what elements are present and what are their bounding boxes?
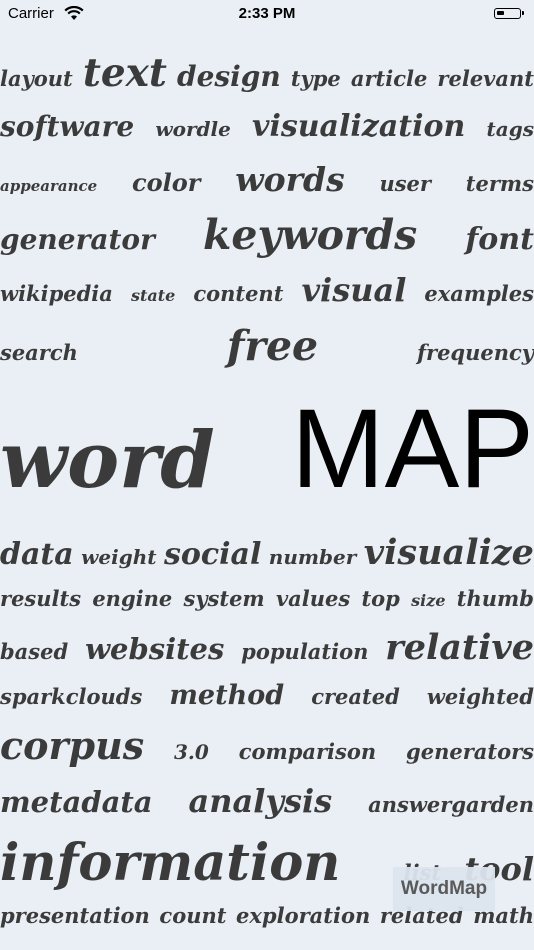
word-row: data weight social number visualize: [0, 535, 534, 570]
word-size[interactable]: size: [411, 593, 445, 609]
word-generator[interactable]: generator: [0, 226, 155, 254]
word-row: word MAP: [0, 393, 534, 505]
word-number[interactable]: number: [269, 547, 357, 567]
word-type[interactable]: type: [291, 68, 341, 89]
word-article[interactable]: article: [351, 68, 427, 89]
word-cloud: layout text design type article relevant…: [0, 0, 534, 950]
word-search[interactable]: search: [0, 342, 78, 363]
word-visualization[interactable]: visualization: [252, 112, 465, 142]
word-system[interactable]: system: [184, 588, 265, 609]
word-created[interactable]: created: [311, 686, 400, 707]
word-corpus[interactable]: corpus: [0, 727, 144, 765]
word-user[interactable]: user: [379, 173, 431, 194]
word-sparkclouds[interactable]: sparkclouds: [0, 686, 142, 707]
word-row: sparkclouds method created weighted: [0, 682, 534, 709]
word-information[interactable]: information: [0, 838, 340, 889]
word-software[interactable]: software: [0, 113, 134, 141]
word-row: search free frequency: [0, 326, 534, 367]
word-relative[interactable]: relative: [385, 630, 534, 665]
word-row: corpus 3.0 comparison generators: [0, 727, 534, 765]
word-row: software wordle visualization tags: [0, 112, 534, 142]
word-relevant[interactable]: relevant: [437, 68, 534, 89]
word-presentation[interactable]: presentation: [0, 905, 150, 926]
word-row: layout text design type article relevant: [0, 54, 534, 93]
word-results[interactable]: results: [0, 588, 81, 609]
word-based[interactable]: based: [0, 641, 68, 662]
word-terms[interactable]: terms: [466, 173, 534, 194]
word-wordle[interactable]: wordle: [155, 119, 230, 139]
word-population[interactable]: population: [241, 641, 368, 662]
wordmap-badge[interactable]: WordMap: [393, 867, 495, 911]
word-weighted[interactable]: weighted: [427, 686, 534, 707]
word-row: appearance color words user terms: [0, 163, 534, 196]
word-thumb[interactable]: thumb: [457, 588, 534, 609]
word-appearance[interactable]: appearance: [0, 179, 97, 194]
word-font[interactable]: font: [465, 225, 534, 255]
word-free[interactable]: free: [227, 326, 318, 367]
word-wikipedia[interactable]: wikipedia: [0, 283, 113, 304]
word-social[interactable]: social: [164, 540, 261, 570]
word-design[interactable]: design: [177, 63, 281, 91]
word-color[interactable]: color: [132, 171, 200, 195]
word-weight[interactable]: weight: [81, 547, 156, 567]
word-generators[interactable]: generators: [406, 741, 534, 762]
word-row: results engine system values top size th…: [0, 588, 534, 609]
word-visual[interactable]: visual: [301, 274, 406, 306]
word-row: based websites population relative: [0, 630, 534, 665]
word-content[interactable]: content: [193, 283, 283, 304]
word-words[interactable]: words: [235, 163, 344, 196]
word-top[interactable]: top: [361, 588, 399, 609]
word-tags[interactable]: tags: [487, 119, 534, 139]
word-analysis[interactable]: analysis: [189, 785, 333, 817]
word-values[interactable]: values: [276, 588, 350, 609]
word-examples[interactable]: examples: [424, 283, 534, 304]
word-websites[interactable]: websites: [85, 635, 224, 664]
word-exploration[interactable]: exploration: [236, 905, 370, 926]
word-answergarden[interactable]: answergarden: [368, 794, 534, 815]
word-method[interactable]: method: [169, 682, 284, 709]
word-text[interactable]: text: [83, 54, 167, 93]
word-engine[interactable]: engine: [92, 588, 172, 609]
word-3-0[interactable]: 3.0: [174, 742, 209, 762]
word-keywords[interactable]: keywords: [203, 215, 417, 256]
word-row: metadata analysis answergarden: [0, 785, 534, 817]
word-visualize[interactable]: visualize: [364, 535, 534, 570]
word-state[interactable]: state: [131, 288, 175, 304]
word-count[interactable]: count: [159, 905, 226, 926]
word-map[interactable]: MAP: [291, 393, 534, 505]
word-frequency[interactable]: frequency: [417, 342, 534, 363]
word-comparison[interactable]: comparison: [239, 741, 376, 762]
word-word[interactable]: word: [0, 422, 215, 500]
word-row: wikipedia state content visual examples: [0, 274, 534, 306]
word-layout[interactable]: layout: [0, 68, 73, 89]
word-row: generator keywords font: [0, 215, 534, 256]
word-data[interactable]: data: [0, 540, 74, 570]
word-metadata[interactable]: metadata: [0, 788, 153, 817]
